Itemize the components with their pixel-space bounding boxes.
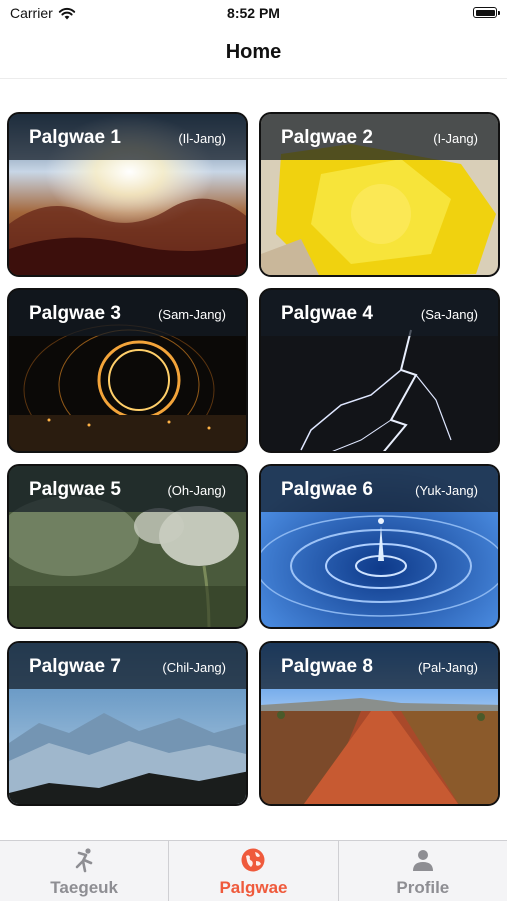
card-title: Palgwae 6 — [281, 479, 373, 500]
card-title: Palgwae 5 — [29, 479, 121, 500]
card-header: Palgwae 3 (Sam-Jang) — [9, 290, 246, 336]
tab-bar: Taegeuk Palgwae Profile — [0, 840, 507, 901]
card-title: Palgwae 4 — [281, 303, 373, 324]
card-header: Palgwae 5 (Oh-Jang) — [9, 466, 246, 512]
card-subtitle: (Il-Jang) — [178, 131, 226, 146]
card-title: Palgwae 1 — [29, 127, 121, 148]
tab-label: Profile — [396, 878, 450, 897]
tab-taegeuk[interactable]: Taegeuk — [0, 841, 170, 901]
card-subtitle: (Chil-Jang) — [162, 660, 226, 675]
card-title: Palgwae 8 — [281, 656, 373, 677]
palgwae-card-8[interactable]: Palgwae 8 (Pal-Jang) — [259, 641, 500, 806]
card-title: Palgwae 7 — [29, 656, 121, 677]
card-subtitle: (Yuk-Jang) — [415, 483, 478, 498]
card-header: Palgwae 7 (Chil-Jang) — [9, 643, 246, 689]
palgwae-card-3[interactable]: Palgwae 3 (Sam-Jang) — [7, 288, 248, 453]
tab-label: Taegeuk — [50, 878, 119, 897]
tab-palgwae[interactable]: Palgwae — [169, 841, 339, 901]
card-subtitle: (Sam-Jang) — [158, 307, 226, 322]
card-subtitle: (I-Jang) — [433, 131, 478, 146]
palgwae-card-6[interactable]: Palgwae 6 (Yuk-Jang) — [259, 464, 500, 629]
tab-label: Palgwae — [219, 878, 288, 897]
card-subtitle: (Pal-Jang) — [418, 660, 478, 675]
palgwae-card-2[interactable]: Palgwae 2 (I-Jang) — [259, 112, 500, 277]
palgwae-card-5[interactable]: Palgwae 5 (Oh-Jang) — [7, 464, 248, 629]
palgwae-card-4[interactable]: Palgwae 4 (Sa-Jang) — [259, 288, 500, 453]
card-title: Palgwae 2 — [281, 127, 373, 148]
person-icon — [412, 850, 433, 871]
globe-icon — [241, 848, 265, 872]
palgwae-card-1[interactable]: Palgwae 1 (Il-Jang) — [7, 112, 248, 277]
card-header: Palgwae 8 (Pal-Jang) — [261, 643, 498, 689]
card-header: Palgwae 1 (Il-Jang) — [9, 114, 246, 160]
martial-arts-kick-icon — [75, 848, 93, 873]
card-subtitle: (Sa-Jang) — [420, 307, 478, 322]
palgwae-grid: Palgwae 1 (Il-Jang) Palgwae 2 (I-Jang) P… — [0, 0, 507, 900]
card-header: Palgwae 4 (Sa-Jang) — [261, 290, 498, 336]
tab-profile[interactable]: Profile — [339, 841, 507, 901]
palgwae-card-7[interactable]: Palgwae 7 (Chil-Jang) — [7, 641, 248, 806]
card-subtitle: (Oh-Jang) — [167, 483, 226, 498]
card-header: Palgwae 2 (I-Jang) — [261, 114, 498, 160]
card-title: Palgwae 3 — [29, 303, 121, 324]
card-header: Palgwae 6 (Yuk-Jang) — [261, 466, 498, 512]
